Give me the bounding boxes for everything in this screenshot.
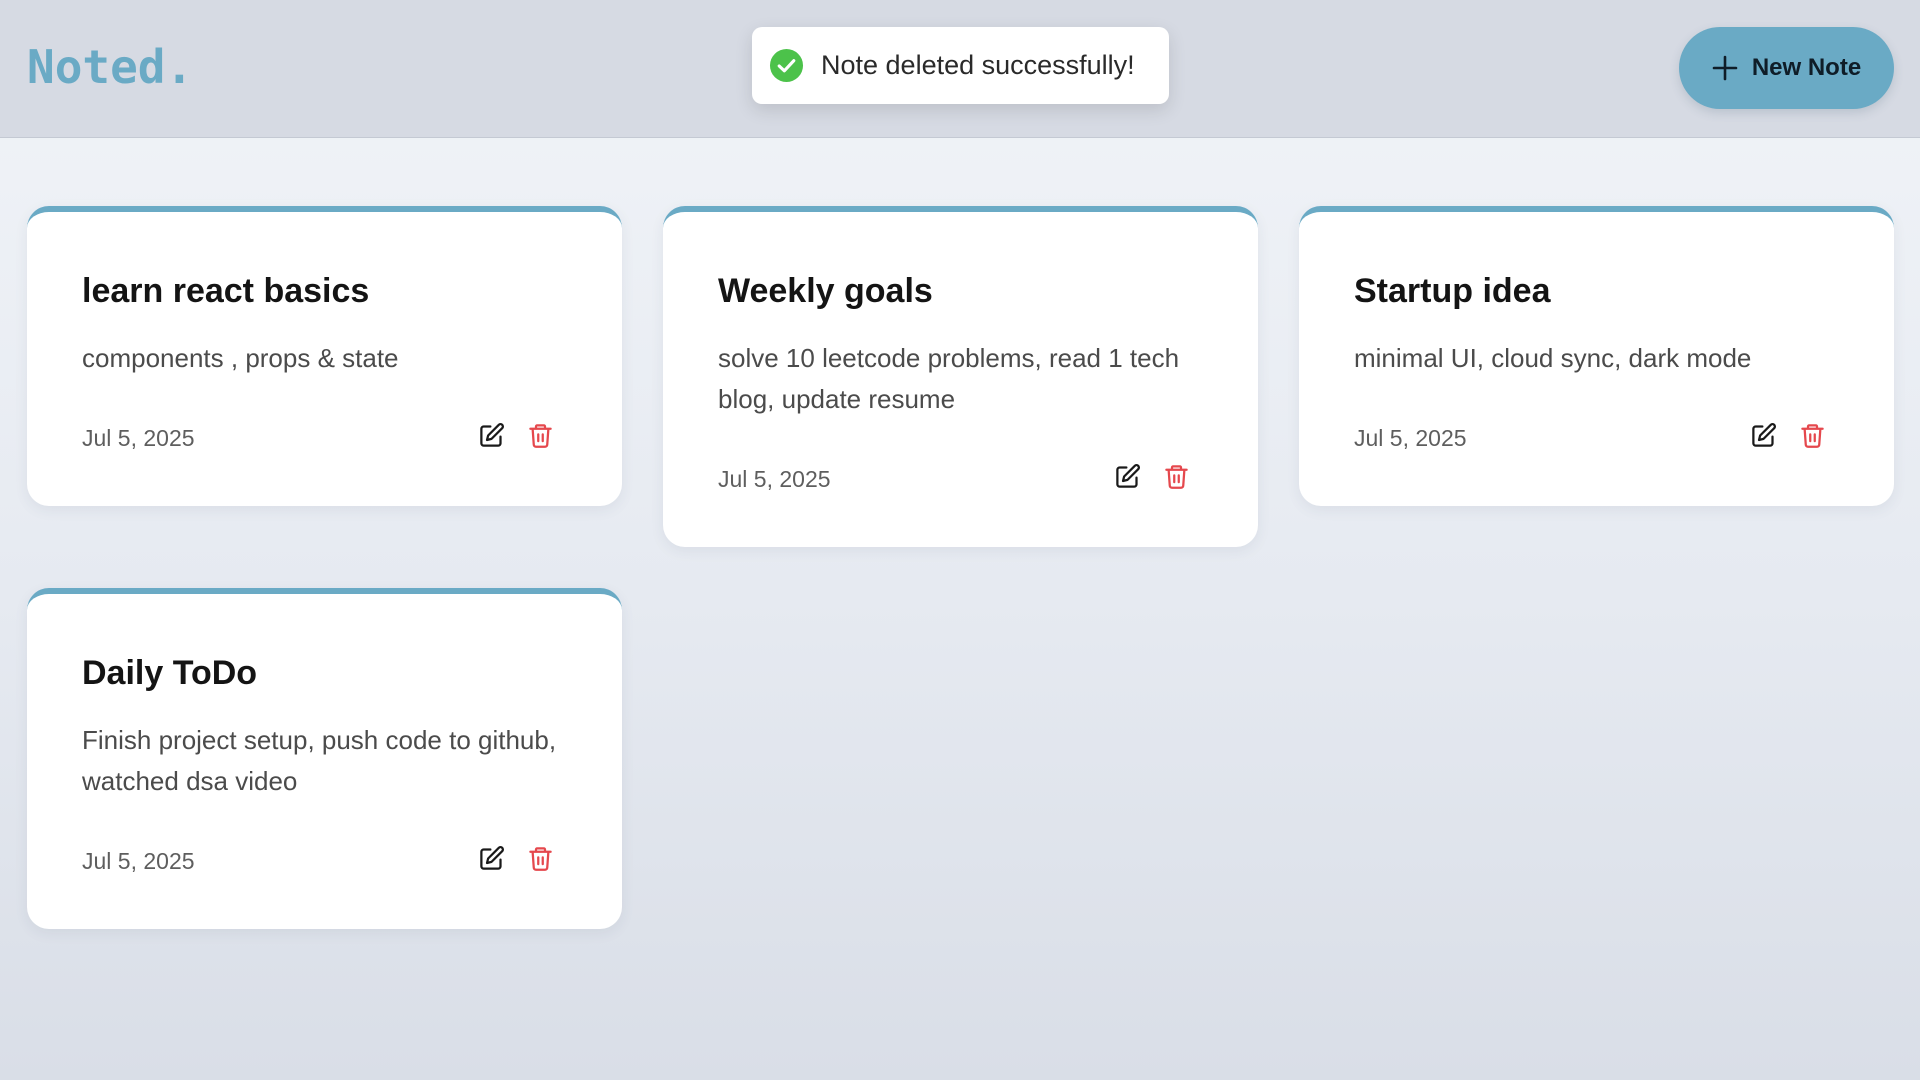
trash-icon[interactable] xyxy=(1163,463,1190,490)
edit-icon[interactable] xyxy=(1750,422,1777,449)
new-note-button[interactable]: New Note xyxy=(1679,27,1894,109)
note-title: Weekly goals xyxy=(718,272,933,310)
note-date: Jul 5, 2025 xyxy=(82,425,195,451)
edit-icon[interactable] xyxy=(478,422,505,449)
trash-icon[interactable] xyxy=(527,845,554,872)
plus-icon xyxy=(1712,55,1738,81)
app-logo[interactable]: Noted. xyxy=(27,40,193,94)
app-header: Noted. Note deleted successfully! New No… xyxy=(0,0,1920,138)
note-card: Daily ToDo Finish project setup, push co… xyxy=(27,588,622,929)
trash-icon[interactable] xyxy=(527,422,554,449)
note-title: learn react basics xyxy=(82,272,370,310)
note-date: Jul 5, 2025 xyxy=(1354,425,1467,451)
toast-message: Note deleted successfully! xyxy=(821,50,1135,80)
check-circle-icon xyxy=(769,48,804,83)
note-actions xyxy=(478,845,554,872)
note-actions xyxy=(1750,422,1826,449)
note-title: Daily ToDo xyxy=(82,654,258,692)
success-toast: Note deleted successfully! xyxy=(752,27,1169,104)
note-body: solve 10 leetcode problems, read 1 tech … xyxy=(718,343,1180,414)
note-date: Jul 5, 2025 xyxy=(718,466,831,492)
note-body: Finish project setup, push code to githu… xyxy=(82,725,557,796)
note-body: components , props & state xyxy=(82,343,399,373)
note-date: Jul 5, 2025 xyxy=(82,848,195,874)
note-card: learn react basics components , props & … xyxy=(27,206,622,506)
note-title: Startup idea xyxy=(1354,272,1551,310)
note-actions xyxy=(1114,463,1190,490)
edit-icon[interactable] xyxy=(1114,463,1141,490)
edit-icon[interactable] xyxy=(478,845,505,872)
trash-icon[interactable] xyxy=(1799,422,1826,449)
note-actions xyxy=(478,422,554,449)
note-card: Weekly goals solve 10 leetcode problems,… xyxy=(663,206,1258,547)
note-card: Startup idea minimal UI, cloud sync, dar… xyxy=(1299,206,1894,506)
note-body: minimal UI, cloud sync, dark mode xyxy=(1354,343,1752,373)
new-note-label: New Note xyxy=(1751,54,1862,81)
